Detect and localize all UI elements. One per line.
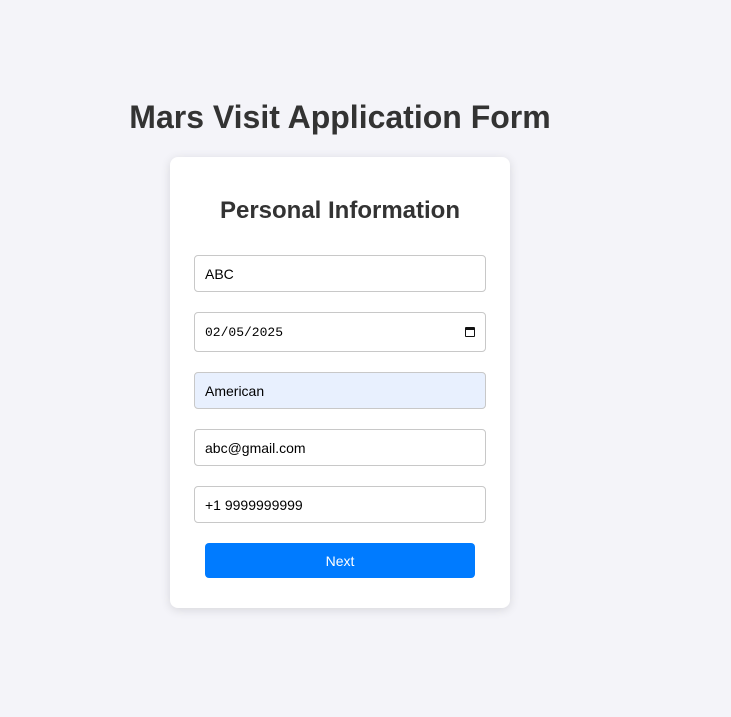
name-input[interactable]: ABC xyxy=(194,255,486,292)
personal-info-card: Personal Information ABC 02/05/2025 Amer… xyxy=(170,157,510,608)
page-title: Mars Visit Application Form xyxy=(129,99,551,135)
date-of-birth-input[interactable]: 02/05/2025 xyxy=(194,312,486,352)
date-of-birth-value: 02/05/2025 xyxy=(205,324,284,340)
name-input-value: ABC xyxy=(205,265,234,282)
phone-value: +1 9999999999 xyxy=(205,496,303,513)
email-value: abc@gmail.com xyxy=(205,439,306,456)
next-button-label: Next xyxy=(325,552,355,569)
nationality-value: American xyxy=(205,382,265,399)
phone-input[interactable]: +1 9999999999 xyxy=(194,486,486,523)
nationality-input[interactable]: American xyxy=(194,372,486,409)
next-button[interactable]: Next xyxy=(205,543,475,578)
section-title: Personal Information xyxy=(219,197,461,224)
calendar-icon[interactable] xyxy=(465,327,475,337)
email-field[interactable]: abc@gmail.com xyxy=(194,429,486,466)
